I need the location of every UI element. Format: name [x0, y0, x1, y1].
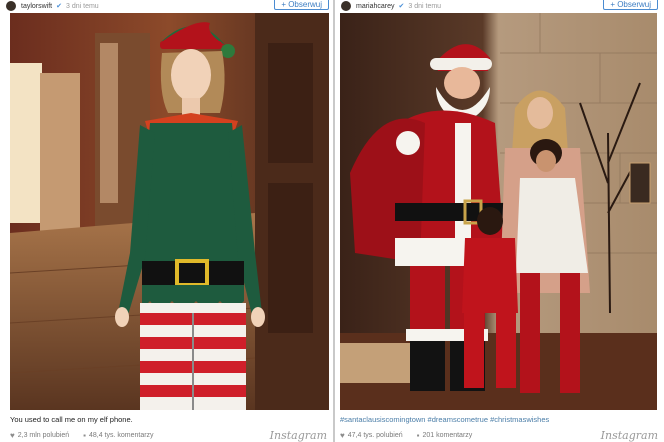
- verified-badge-icon: ✔: [56, 3, 62, 10]
- likes-text: 47,4 tys. polubień: [347, 432, 403, 439]
- post-stats: ♥ 47,4 tys. polubień ▪ 201 komentarzy: [340, 431, 486, 440]
- verified-badge-icon: ✔: [398, 3, 405, 10]
- avatar[interactable]: [6, 1, 16, 11]
- instagram-post-card: mariahcarey ✔ 3 dni temu + Obserwuj #san…: [335, 0, 664, 442]
- speech-bubble-icon: ▪: [83, 431, 86, 440]
- username-link[interactable]: taylorswift: [21, 3, 52, 10]
- instagram-post-card: taylorswift ✔ 3 dni temu + Obserwuj You …: [0, 0, 333, 442]
- post-header: mariahcarey ✔ 3 dni temu + Obserwuj: [335, 0, 664, 12]
- post-photo[interactable]: [340, 13, 657, 410]
- comments-count[interactable]: ▪ 201 komentarzy: [417, 431, 473, 440]
- speech-bubble-icon: ▪: [416, 431, 420, 440]
- comments-text: 201 komentarzy: [422, 432, 473, 439]
- elf-costume-photo: [10, 13, 329, 410]
- likes-count[interactable]: ♥ 47,4 tys. polubień: [340, 431, 403, 440]
- instagram-logo: Instagram: [600, 429, 658, 442]
- post-timestamp: 3 dni temu: [66, 2, 99, 10]
- comments-count[interactable]: ▪ 48,4 tys. komentarzy: [83, 431, 153, 440]
- post-header: taylorswift ✔ 3 dni temu + Obserwuj: [0, 0, 333, 12]
- follow-button[interactable]: + Obserwuj: [274, 0, 329, 10]
- follow-button[interactable]: + Obserwuj: [603, 0, 658, 10]
- post-caption-hashtags[interactable]: #santaclausiscomingtown #dreamscometrue …: [340, 415, 549, 424]
- heart-icon: ♥: [340, 431, 345, 440]
- santa-family-photo: [340, 13, 657, 410]
- avatar[interactable]: [341, 1, 351, 11]
- post-caption: You used to call me on my elf phone.: [10, 415, 133, 424]
- heart-icon: ♥: [10, 431, 15, 440]
- post-timestamp: 3 dni temu: [408, 2, 442, 10]
- likes-count[interactable]: ♥ 2,3 mln polubień: [10, 431, 69, 440]
- username-link[interactable]: mariahcarey: [356, 3, 395, 10]
- likes-text: 2,3 mln polubień: [17, 432, 70, 439]
- comments-text: 48,4 tys. komentarzy: [88, 432, 154, 439]
- post-stats: ♥ 2,3 mln polubień ▪ 48,4 tys. komentarz…: [10, 431, 168, 440]
- post-photo[interactable]: [10, 13, 329, 410]
- instagram-logo: Instagram: [269, 429, 327, 442]
